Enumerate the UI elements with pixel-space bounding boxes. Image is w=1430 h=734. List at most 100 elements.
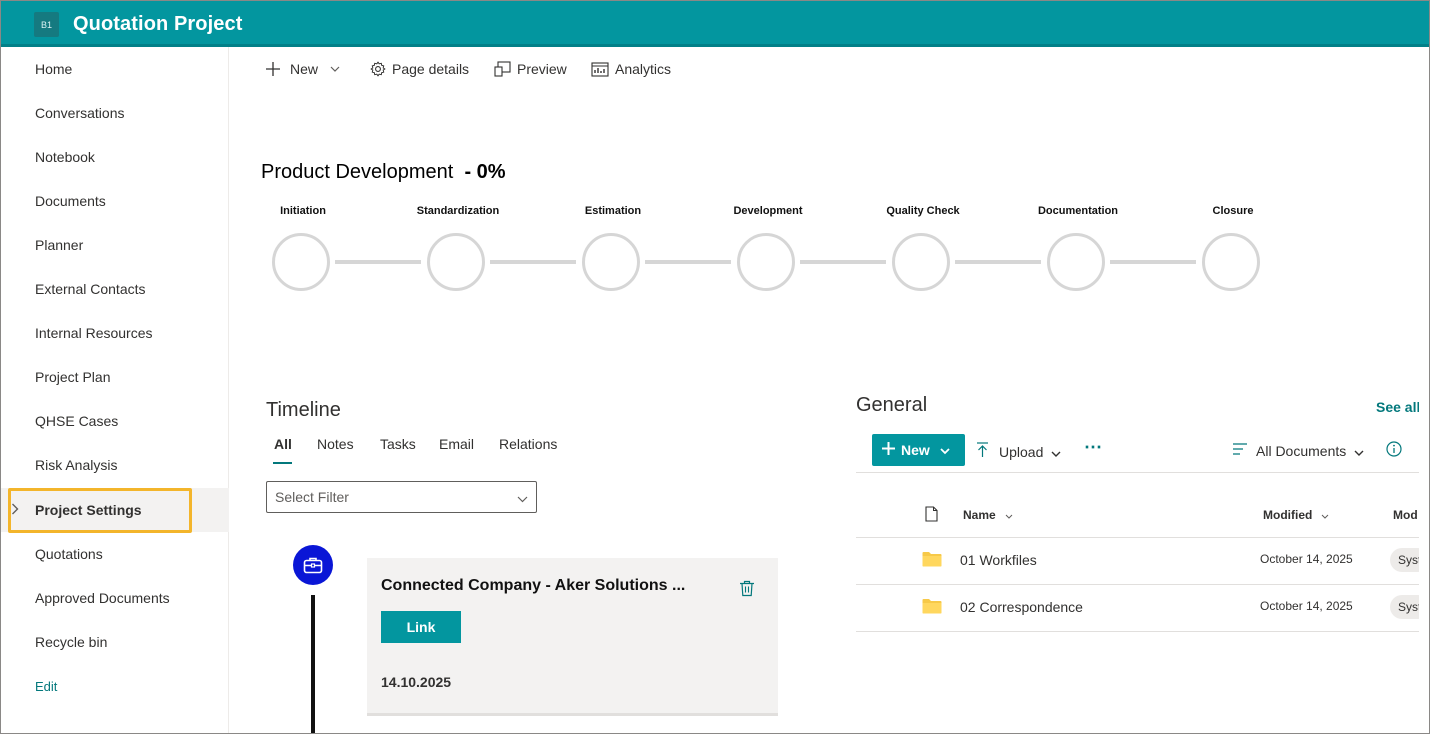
nav-item-home[interactable]: Home — [1, 47, 229, 91]
stage-connector — [490, 260, 576, 264]
plus-icon — [882, 442, 895, 458]
name-column-label: Name — [963, 508, 996, 522]
briefcase-icon — [293, 545, 333, 585]
nav-edit-label: Edit — [35, 678, 58, 694]
nav-item-external-contacts[interactable]: External Contacts — [1, 267, 229, 311]
modified-by-column-header[interactable]: Mod — [1393, 508, 1418, 522]
nav-item-recycle-bin[interactable]: Recycle bin — [1, 620, 229, 664]
name-column-header[interactable]: Name — [963, 508, 1013, 522]
stage-label-documentation: Documentation — [1037, 205, 1119, 217]
analytics-icon — [591, 61, 609, 77]
new-page-button[interactable]: New — [266, 61, 340, 77]
upload-button[interactable]: Upload — [976, 442, 1061, 461]
chevron-down-icon — [1354, 443, 1364, 459]
progress-percent: - 0% — [464, 161, 506, 183]
timeline-card: Connected Company - Aker Solutions ... L… — [367, 558, 778, 716]
trash-icon[interactable] — [739, 580, 755, 602]
stage-circle-estimation[interactable] — [582, 233, 640, 291]
nav-item-label: QHSE Cases — [35, 413, 119, 429]
more-options-button[interactable]: ⋯ — [1084, 437, 1102, 458]
nav-item-quotations[interactable]: Quotations — [1, 532, 229, 576]
nav-item-approved-documents[interactable]: Approved Documents — [1, 576, 229, 620]
stage-label-standardization: Standardization — [416, 205, 500, 217]
view-label: All Documents — [1256, 442, 1347, 459]
nav-item-label: Recycle bin — [35, 634, 108, 650]
preview-button[interactable]: Preview — [494, 61, 567, 77]
view-list-icon — [1232, 442, 1248, 459]
stage-circle-closure[interactable] — [1202, 233, 1260, 291]
progress-title-text: Product Development — [261, 161, 454, 183]
stage-label-estimation: Estimation — [584, 205, 642, 217]
page-command-bar: New Page details Preview Analytics — [229, 47, 1429, 93]
nav-item-conversations[interactable]: Conversations — [1, 91, 229, 135]
nav-item-label: External Contacts — [35, 281, 146, 297]
modified-date: October 14, 2025 — [1260, 552, 1353, 566]
left-navigation: Home Conversations Notebook Documents Pl… — [1, 47, 229, 733]
chevron-down-icon — [940, 442, 950, 458]
tab-all[interactable]: All — [274, 436, 292, 452]
timeline-card-date: 14.10.2025 — [381, 674, 452, 690]
nav-item-label: Project Plan — [35, 369, 111, 385]
upload-icon — [976, 442, 989, 461]
stage-circle-standardization[interactable] — [427, 233, 485, 291]
timeline-connector — [311, 595, 315, 733]
table-row[interactable]: 01 Workfiles October 14, 2025 Syst — [856, 538, 1429, 585]
stage-connector — [1110, 260, 1196, 264]
nav-item-internal-resources[interactable]: Internal Resources — [1, 311, 229, 355]
site-title[interactable]: Quotation Project — [73, 13, 242, 36]
nav-edit-link[interactable]: Edit — [1, 664, 229, 708]
filter-placeholder: Select Filter — [275, 489, 349, 505]
table-row[interactable]: 02 Correspondence October 14, 2025 Syst — [856, 585, 1429, 632]
nav-item-label: Risk Analysis — [35, 457, 118, 473]
tab-email[interactable]: Email — [439, 436, 474, 452]
upload-label: Upload — [999, 443, 1044, 460]
tab-relations[interactable]: Relations — [499, 436, 557, 452]
stage-label-closure: Closure — [1212, 205, 1254, 217]
link-button[interactable]: Link — [381, 611, 461, 643]
nav-item-label: Internal Resources — [35, 325, 153, 341]
site-logo[interactable]: B1 — [34, 12, 59, 37]
view-switcher[interactable]: All Documents — [1232, 442, 1364, 459]
library-toolbar-divider — [856, 472, 1419, 473]
library-clip-edge — [1419, 381, 1429, 733]
nav-item-label: Home — [35, 61, 73, 77]
page-details-button[interactable]: Page details — [370, 61, 469, 77]
file-name[interactable]: 01 Workfiles — [960, 552, 1037, 568]
timeline-card-title: Connected Company - Aker Solutions ... — [381, 577, 686, 594]
modified-column-header[interactable]: Modified — [1263, 508, 1329, 522]
new-label: New — [290, 61, 319, 77]
stage-circle-quality-check[interactable] — [892, 233, 950, 291]
chevron-down-icon — [1051, 444, 1061, 460]
page-details-label: Page details — [392, 61, 470, 77]
stage-circle-documentation[interactable] — [1047, 233, 1105, 291]
nav-item-label: Approved Documents — [35, 590, 170, 606]
library-title[interactable]: General — [856, 394, 927, 417]
nav-item-risk-analysis[interactable]: Risk Analysis — [1, 443, 229, 487]
tab-notes[interactable]: Notes — [317, 436, 354, 452]
file-type-column-header[interactable] — [925, 506, 938, 525]
file-name[interactable]: 02 Correspondence — [960, 599, 1083, 615]
analytics-button[interactable]: Analytics — [591, 61, 671, 77]
stage-circle-development[interactable] — [737, 233, 795, 291]
nav-item-notebook[interactable]: Notebook — [1, 135, 229, 179]
chevron-down-icon — [330, 66, 340, 72]
gear-icon — [370, 61, 386, 77]
nav-item-documents[interactable]: Documents — [1, 179, 229, 223]
stage-circle-initiation[interactable] — [272, 233, 330, 291]
stage-label-initiation: Initiation — [280, 205, 326, 217]
nav-item-label: Notebook — [35, 149, 95, 165]
folder-icon — [922, 551, 942, 572]
library-new-button[interactable]: New — [872, 434, 965, 466]
see-all-link[interactable]: See all — [1376, 399, 1420, 415]
nav-item-qhse-cases[interactable]: QHSE Cases — [1, 399, 229, 443]
nav-item-planner[interactable]: Planner — [1, 223, 229, 267]
tab-tasks[interactable]: Tasks — [380, 436, 416, 452]
info-button[interactable] — [1386, 441, 1402, 460]
app-frame: B1 Quotation Project Home Conversations … — [0, 0, 1430, 734]
folder-icon — [922, 598, 942, 619]
timeline-title: Timeline — [266, 399, 341, 421]
nav-item-project-plan[interactable]: Project Plan — [1, 355, 229, 399]
nav-item-label: Quotations — [35, 546, 103, 562]
library-new-label: New — [901, 442, 930, 458]
timeline-filter-dropdown[interactable]: Select Filter — [266, 481, 537, 513]
